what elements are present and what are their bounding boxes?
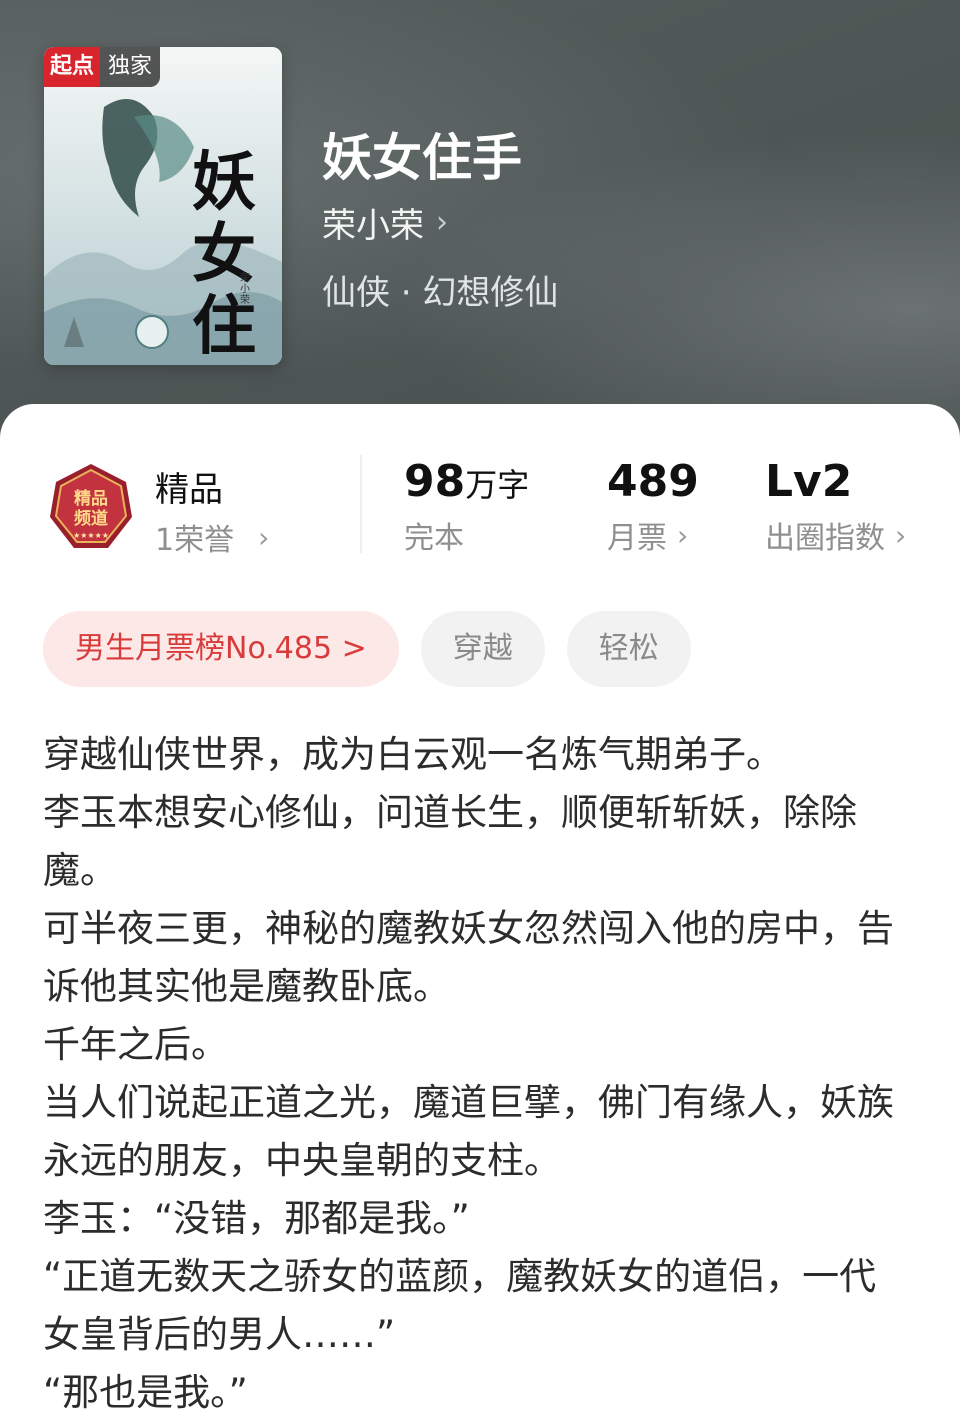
- stat-popularity-index[interactable]: Lv2 出圈指数 ›: [765, 456, 906, 557]
- chevron-right-icon: ›: [436, 205, 448, 240]
- stat-label: 出圈指数: [765, 521, 885, 556]
- synopsis-line: 千年之后。: [43, 1023, 228, 1066]
- stats-divider: [360, 455, 362, 553]
- synopsis: 穿越仙侠世界，成为白云观一名炼气期弟子。 李玉本想安心修仙，问道长生，顺便斩斩妖…: [43, 726, 913, 1422]
- tag-list: 男生月票榜No.485 > 穿越 轻松: [43, 611, 691, 687]
- stat-value: 98: [404, 456, 466, 507]
- synopsis-line: 李玉：“没错，那都是我。”: [43, 1197, 470, 1240]
- chevron-right-icon: ›: [895, 518, 907, 552]
- book-cover[interactable]: 起点 独家 妖女住手 荣小荣: [44, 47, 282, 365]
- cover-title-art: 妖女住手: [192, 145, 256, 366]
- stat-monthly-tickets[interactable]: 489 月票 ›: [607, 456, 699, 557]
- synopsis-line: 穿越仙侠世界，成为白云观一名炼气期弟子。: [43, 733, 783, 776]
- rank-tag[interactable]: 男生月票榜No.485 >: [43, 611, 399, 687]
- honor-count: 1荣誉: [155, 523, 235, 558]
- stat-label: 完本: [404, 521, 464, 556]
- honor-medal-icon[interactable]: 精品 频道 ★★★★★: [46, 462, 136, 554]
- stat-value: 489: [607, 456, 699, 507]
- stat-unit: 万字: [465, 466, 530, 504]
- exclusive-label: 独家: [100, 47, 161, 87]
- genre-label: 仙侠 · 幻想修仙: [322, 273, 559, 313]
- svg-text:频道: 频道: [74, 508, 108, 529]
- tag-chip[interactable]: 穿越: [420, 611, 545, 687]
- svg-text:★★★★★: ★★★★★: [73, 531, 109, 540]
- cover-badge: 起点 独家: [44, 47, 161, 87]
- chevron-right-icon: ›: [677, 518, 689, 552]
- svg-text:精品: 精品: [74, 488, 108, 509]
- synopsis-line: 当人们说起正道之光，魔道巨擘，佛门有缘人，妖族永远的朋友，中央皇朝的支柱。: [43, 1081, 894, 1182]
- synopsis-line: 李玉本想安心修仙，问道长生，顺便斩斩妖，除除魔。: [43, 791, 857, 892]
- stat-word-count: 98万字 完本: [404, 456, 529, 557]
- synopsis-line: “正道无数天之骄女的蓝颜，魔教妖女的道侣，一代女皇背后的男人……”: [43, 1255, 877, 1356]
- stat-value: Lv2: [765, 456, 853, 507]
- book-title: 妖女住手: [322, 128, 522, 187]
- honor-link[interactable]: 1荣誉 ›: [155, 515, 269, 559]
- brand-label: 起点: [44, 47, 101, 87]
- tag-chip[interactable]: 轻松: [566, 611, 691, 687]
- synopsis-line: “那也是我。”: [43, 1371, 248, 1414]
- chevron-right-icon: ›: [258, 520, 270, 554]
- synopsis-line: 可半夜三更，神秘的魔教妖女忽然闯入他的房中，告诉他其实他是魔教卧底。: [43, 907, 894, 1008]
- stat-label: 月票: [607, 521, 667, 556]
- author-link[interactable]: 荣小荣 ›: [322, 198, 448, 247]
- author-name: 荣小荣: [322, 206, 424, 246]
- honor-title: 精品: [155, 470, 223, 510]
- cover-author-mark: 荣小荣: [240, 273, 250, 306]
